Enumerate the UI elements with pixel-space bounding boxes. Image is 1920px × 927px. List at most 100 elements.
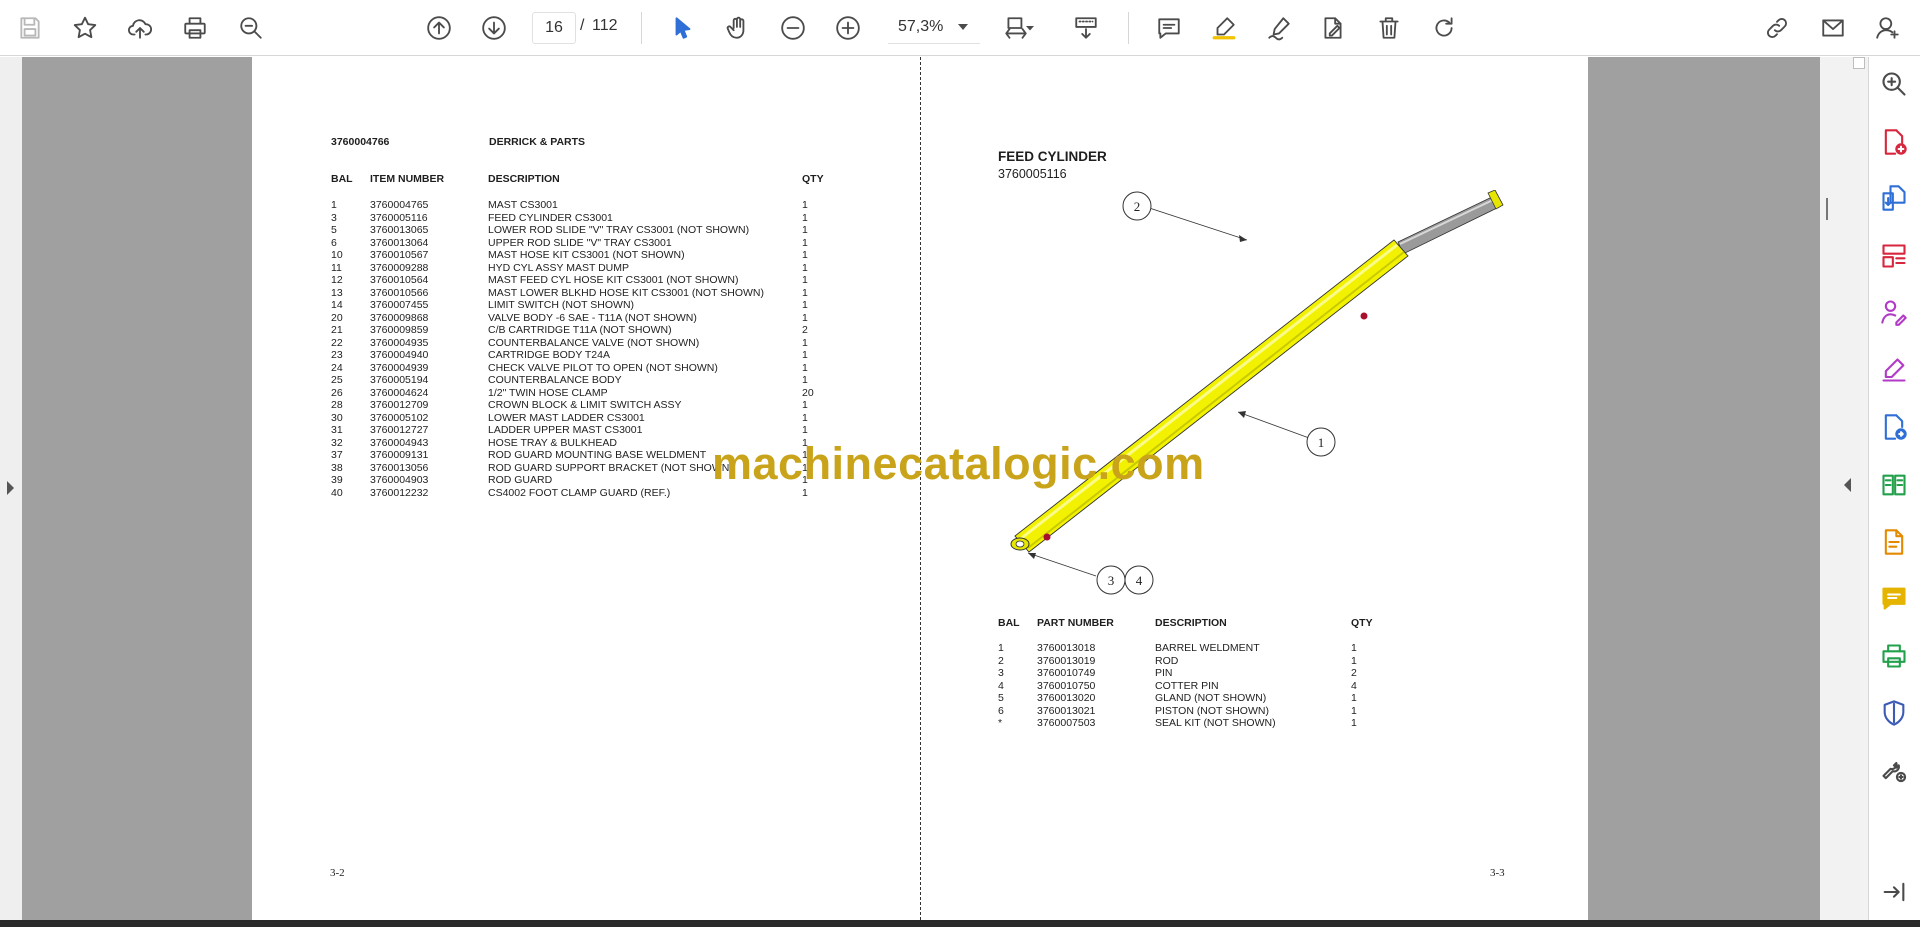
protect-icon[interactable] (1874, 693, 1914, 733)
parts-row-desc: ROD GUARD MOUNTING BASE WELDMENT (488, 449, 707, 461)
highlight-icon[interactable] (1204, 8, 1244, 48)
col-header-part: PART NUMBER (1037, 617, 1114, 629)
create-pdf-icon[interactable] (1874, 122, 1914, 162)
more-tools-icon[interactable] (1874, 750, 1914, 790)
parts-row-desc: CROWN BLOCK & LIMIT SWITCH ASSY (488, 399, 682, 411)
toolbar-divider (1128, 12, 1129, 44)
parts-row-item: 3760004939 (370, 361, 429, 374)
left-panel-toggle[interactable] (0, 57, 22, 920)
parts-row-qty: 1 (1351, 642, 1357, 654)
callout-label: 2 (1134, 199, 1141, 214)
parts-row-desc: LOWER ROD SLIDE "V" TRAY CS3001 (NOT SHO… (488, 224, 750, 236)
send-review-icon[interactable] (1874, 407, 1914, 447)
parts-row-qty: 1 (802, 411, 808, 424)
bookmark-star-icon[interactable] (65, 8, 105, 48)
parts-row-desc: LOWER MAST LADDER CS3001 (488, 411, 645, 424)
toolbar-divider (641, 12, 642, 44)
parts-row-qty: 1 (802, 224, 808, 236)
vertical-scrollbar[interactable] (1850, 57, 1868, 920)
page-number-right: 3-3 (1490, 867, 1505, 879)
col-header-bal: BAL (331, 173, 353, 185)
page-scroll-indicator[interactable] (1826, 198, 1828, 220)
parts-row-item: 3760007455 (370, 299, 429, 311)
fill-sign-icon[interactable] (1874, 350, 1914, 390)
comment-tool-icon[interactable] (1874, 578, 1914, 618)
compare-icon[interactable] (1874, 465, 1914, 505)
parts-row-bal: 37 (331, 449, 343, 461)
edit-doc-icon[interactable] (1313, 8, 1353, 48)
chevron-down-icon[interactable] (958, 24, 968, 30)
feed-cylinder-title: FEED CYLINDER (998, 149, 1107, 164)
share-link-icon[interactable] (1757, 8, 1797, 48)
parts-row-desc: HOSE TRAY & BULKHEAD (488, 436, 617, 449)
parts-row-desc: PIN (1155, 667, 1173, 679)
collapse-right-panel-icon[interactable] (1844, 478, 1851, 492)
parts-row-bal: 10 (331, 249, 343, 261)
zoom-pane-icon[interactable] (1874, 64, 1914, 104)
page-fit-chevron-icon[interactable] (1020, 8, 1040, 48)
leader-line (1136, 203, 1248, 241)
parts-row-qty: 4 (1351, 679, 1357, 692)
email-icon[interactable] (1813, 8, 1853, 48)
parts-row-bal: 11 (331, 261, 342, 274)
parts-row-desc: MAST LOWER BLKHD HOSE KIT CS3001 (NOT SH… (488, 286, 764, 299)
parts-row-bal: 30 (331, 411, 343, 424)
parts-row-qty: 1 (802, 249, 808, 261)
parts-row-bal: 22 (331, 336, 343, 349)
parts-row-item: 3760013018 (1037, 642, 1096, 654)
parts-row-qty: 1 (802, 374, 808, 386)
parts-row-item: 3760012709 (370, 399, 429, 411)
print-production-icon[interactable] (1874, 636, 1914, 676)
parts-row-item: 3760012232 (370, 486, 429, 499)
zoom-in-icon[interactable] (828, 8, 868, 48)
parts-row-qty: 2 (802, 324, 808, 336)
parts-row-bal: 20 (331, 311, 343, 324)
parts-row-item: 3760009859 (370, 324, 429, 336)
bottom-edge (0, 920, 1920, 927)
sign-icon[interactable] (1259, 8, 1299, 48)
parts-row-item: 3760012727 (370, 424, 429, 436)
request-signature-icon[interactable] (1874, 292, 1914, 332)
leader-arrow (1028, 553, 1036, 559)
zoom-out-icon[interactable] (773, 8, 813, 48)
parts-row-qty: 1 (802, 274, 808, 286)
cylinder-clevis (1010, 537, 1030, 551)
parts-row-item: 3760013021 (1037, 704, 1096, 717)
collapse-rail-icon[interactable] (1874, 872, 1914, 912)
export-pdf-icon[interactable] (1874, 178, 1914, 218)
parts-row-item: 3760013065 (370, 224, 429, 236)
parts-row-desc: PISTON (NOT SHOWN) (1155, 704, 1269, 717)
parts-row-desc: FEED CYLINDER CS3001 (488, 211, 613, 224)
scan-ocr-icon[interactable] (1874, 522, 1914, 562)
parts-row-desc: CHECK VALVE PILOT TO OPEN (NOT SHOWN) (488, 361, 718, 374)
scrollbar-thumb[interactable] (1853, 57, 1865, 69)
expand-left-icon[interactable] (7, 481, 14, 495)
parts-row-qty: 20 (802, 386, 814, 399)
comment-icon[interactable] (1149, 8, 1189, 48)
organize-pages-icon[interactable] (1874, 236, 1914, 276)
parts-row-qty: 1 (802, 311, 808, 324)
scroll-mode-icon[interactable] (1066, 8, 1106, 48)
account-icon[interactable] (1868, 8, 1908, 48)
parts-row-qty: 1 (1351, 692, 1357, 704)
parts-row-bal: 32 (331, 436, 343, 449)
parts-row-bal: 38 (331, 461, 343, 474)
save-icon[interactable] (10, 8, 50, 48)
print-icon[interactable] (175, 8, 215, 48)
parts-row-desc: HYD CYL ASSY MAST DUMP (488, 261, 630, 274)
select-cursor-icon[interactable] (663, 8, 703, 48)
parts-row-bal: 4 (998, 679, 1004, 692)
parts-row-item: 3760010566 (370, 286, 429, 299)
parts-row-bal: 31 (331, 424, 343, 436)
find-icon[interactable] (231, 8, 271, 48)
hand-icon[interactable] (718, 8, 758, 48)
page-down-icon[interactable] (474, 8, 514, 48)
upload-cloud-icon[interactable] (120, 8, 160, 48)
parts-row-bal: 5 (998, 692, 1004, 704)
page-number-input[interactable]: 16 (532, 12, 576, 44)
redo-icon[interactable] (1424, 8, 1464, 48)
parts-row-item: 3760013064 (370, 236, 429, 249)
parts-row-desc: LADDER UPPER MAST CS3001 (488, 424, 643, 436)
delete-icon[interactable] (1369, 8, 1409, 48)
page-up-icon[interactable] (419, 8, 459, 48)
